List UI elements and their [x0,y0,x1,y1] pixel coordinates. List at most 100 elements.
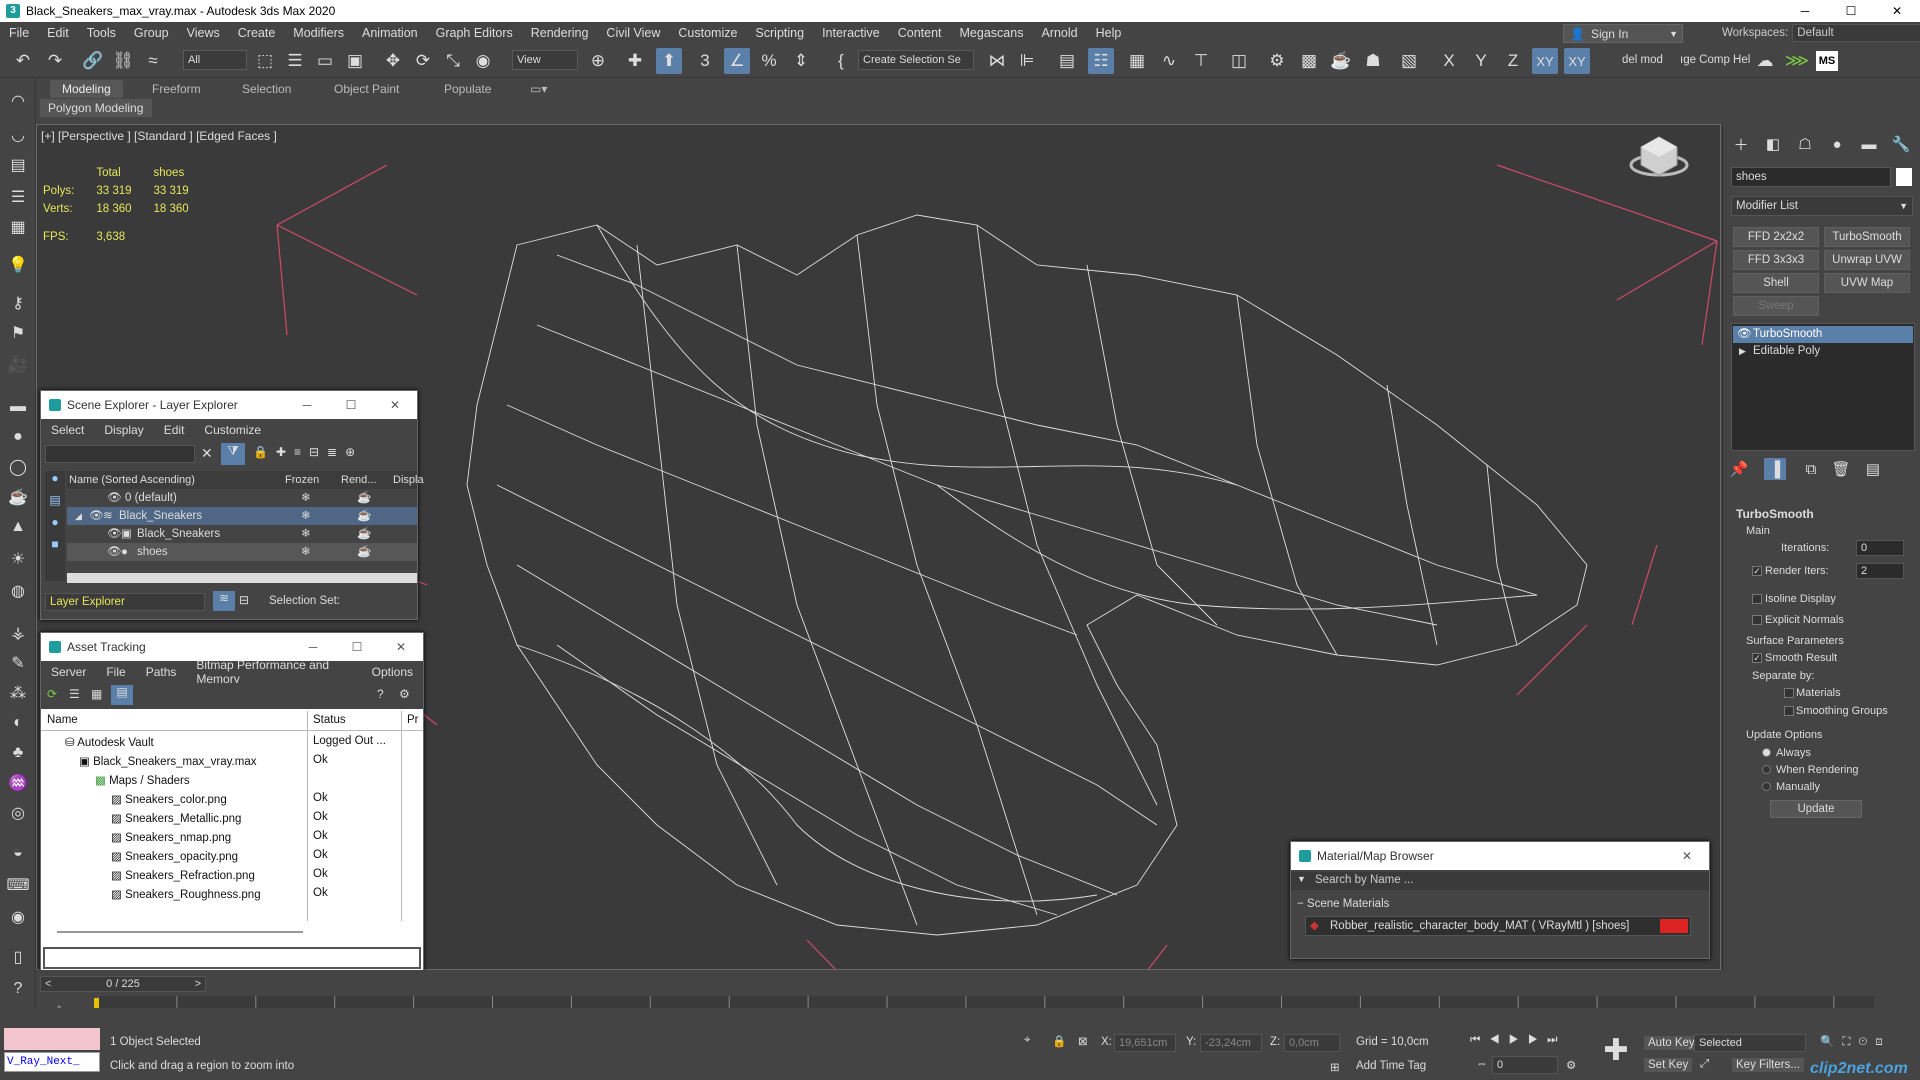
redo-icon[interactable]: ↷ [42,48,68,74]
minimize-button[interactable]: ─ [285,391,329,419]
minimize-button[interactable]: ─ [291,633,335,661]
select-object-icon[interactable]: ⬚ [252,48,278,74]
horizontal-scrollbar[interactable] [57,931,303,933]
layers-icon[interactable]: ▤ [45,493,65,515]
clear-search-icon[interactable]: ✕ [201,445,213,462]
render-icon[interactable]: ☕ [357,543,371,561]
render-production-icon[interactable]: ☕ [1328,48,1354,74]
remove-modifier-icon[interactable]: 🗑 [1830,458,1852,480]
col-render[interactable]: Rend... [341,471,376,489]
cloth-icon[interactable]: ◎ [5,800,31,826]
at-menu-bitmap[interactable]: Bitmap Performance and Memory [186,658,361,686]
render-iters-checkbox[interactable]: ✓ [1752,566,1762,576]
asset-row[interactable]: ⛁ Autodesk Vault [65,735,154,749]
axis-xy-button[interactable]: XY [1532,48,1558,74]
ms-button[interactable]: MS [1816,51,1838,71]
align-icon[interactable]: ⊫ [1014,48,1040,74]
keyboard-shortcut-override-icon[interactable]: ⬆ [656,48,682,74]
eye-icon[interactable]: 👁 [1737,326,1752,343]
hair-icon[interactable]: ♒ [5,770,31,796]
rollout-title[interactable]: TurboSmooth [1736,507,1814,521]
cloud-icon[interactable]: ☁ [1752,48,1778,74]
isoline-display-checkbox[interactable] [1752,594,1762,604]
del-mod-button[interactable]: del mod [1622,54,1663,66]
unwrap-uvw-button[interactable]: Unwrap UVW [1824,250,1910,270]
rendered-frame-window-icon[interactable]: ▩ [1296,48,1322,74]
torus-icon[interactable]: ◯ [5,454,31,480]
motion-tab-icon[interactable]: ● [1824,133,1850,155]
render-icon[interactable]: ☕ [357,507,371,525]
scene-explorer-titlebar[interactable]: Scene Explorer - Layer Explorer ─ ☐ ✕ [41,391,417,419]
hierarchy-tab-icon[interactable]: ☖ [1792,133,1818,155]
select-by-name-icon[interactable]: ☰ [282,48,308,74]
scene-explorer-icon[interactable]: ▤ [1054,48,1080,74]
ffd-2x2x2-button[interactable]: FFD 2x2x2 [1733,227,1819,247]
asset-row[interactable]: ▨ Sneakers_Roughness.png [111,887,261,901]
help-icon[interactable]: ? [5,976,31,1002]
asset-row[interactable]: ▨ Sneakers_nmap.png [111,830,231,844]
add-time-tag-button[interactable]: Add Time Tag [1356,1060,1426,1072]
menu-interactive[interactable]: Interactive [813,26,889,40]
maximize-button[interactable]: ☐ [329,391,373,419]
utilities-tab-icon[interactable]: 🔧 [1888,133,1914,155]
col-name[interactable]: Name (Sorted Ascending) [69,471,195,489]
asset-row[interactable]: ▨ Sneakers_Refraction.png [111,868,255,882]
at-menu-file[interactable]: File [96,665,135,679]
object-row[interactable]: 👁 ● shoes ❄ ☕ [67,543,417,561]
script-icon[interactable]: ⌨ [5,872,31,898]
workspaces-dropdown[interactable]: Default [1792,24,1920,42]
x-coordinate-field[interactable]: 19,651cm [1114,1034,1176,1052]
close-button[interactable]: ✕ [379,633,423,661]
next-frame-icon[interactable]: > [195,977,201,991]
key-filters-button[interactable]: Key Filters... [1732,1058,1804,1072]
scale-icon[interactable]: ⤡ [440,48,466,74]
iterations-spinner[interactable]: 0 [1856,540,1904,556]
explicit-normals-checkbox[interactable] [1752,615,1762,625]
close-button[interactable]: ✕ [1665,842,1709,870]
table-view-icon[interactable]: ▤ [111,685,133,705]
link-icon[interactable]: 🔗 [80,48,106,74]
thumbnail-icon[interactable]: ▦ [91,687,102,701]
camera-icon[interactable]: ■ [45,537,65,559]
axis-xy-cycle-button[interactable]: XY [1564,48,1590,74]
se-menu-select[interactable]: Select [41,423,94,437]
tab-object-paint[interactable]: Object Paint [322,80,411,98]
frozen-icon[interactable]: ❄ [301,507,311,525]
menu-create[interactable]: Create [229,26,285,40]
turbosmooth-button[interactable]: TurboSmooth [1824,227,1910,247]
minimize-button[interactable]: ─ [1782,0,1828,22]
layer-row[interactable]: 👁 0 (default) ❄ ☕ [67,489,417,507]
ffd-3x3x3-button[interactable]: FFD 3x3x3 [1733,250,1819,270]
tree-icon[interactable]: ♣ [5,740,31,766]
viewport-navigation-icons[interactable]: 🔍⛶⊙⊡ [1820,1034,1891,1049]
key-pointer-icon[interactable]: ⤢ [1700,1058,1709,1071]
menu-megascans[interactable]: Megascans [951,26,1033,40]
maximize-button[interactable]: ☐ [335,633,379,661]
make-unique-icon[interactable]: ⧉ [1800,458,1822,480]
named-selection-dropdown[interactable]: Create Selection Se [858,50,974,70]
paint-icon[interactable]: ✎ [5,650,31,676]
render-region-icon[interactable]: ▧ [1396,48,1422,74]
explorer-type-dropdown[interactable]: Layer Explorer [45,593,205,611]
frozen-icon[interactable]: ❄ [301,489,311,507]
eye-icon[interactable]: 👁 [89,507,104,525]
col-name[interactable]: Name [47,714,78,726]
menu-arnold[interactable]: Arnold [1032,26,1086,40]
asset-tracking-titlebar[interactable]: Asset Tracking ─ ☐ ✕ [41,633,423,661]
close-button[interactable]: ✕ [1874,0,1920,22]
render-setup-icon[interactable]: ⚙ [1264,48,1290,74]
angle-snap-icon[interactable]: ∠ [724,48,750,74]
menu-tools[interactable]: Tools [78,26,125,40]
rotate-view-icon[interactable]: ◡ [5,122,31,148]
uvw-map-button[interactable]: UVW Map [1824,273,1910,293]
time-slider[interactable]: < 0 / 225 > [40,976,206,992]
pivot-center-icon[interactable]: ⊕ [585,48,611,74]
when-rendering-radio[interactable] [1762,765,1771,774]
mirror-icon[interactable]: ⋈ [984,48,1010,74]
materials-checkbox[interactable] [1784,688,1794,698]
rotate-icon[interactable]: ⟳ [410,48,436,74]
scatter-icon[interactable]: ⁂ [5,680,31,706]
object-row[interactable]: 👁 ▣ Black_Sneakers ❄ ☕ [67,525,417,543]
se-menu-edit[interactable]: Edit [154,423,195,437]
sweep-button[interactable]: Sweep [1733,296,1819,316]
